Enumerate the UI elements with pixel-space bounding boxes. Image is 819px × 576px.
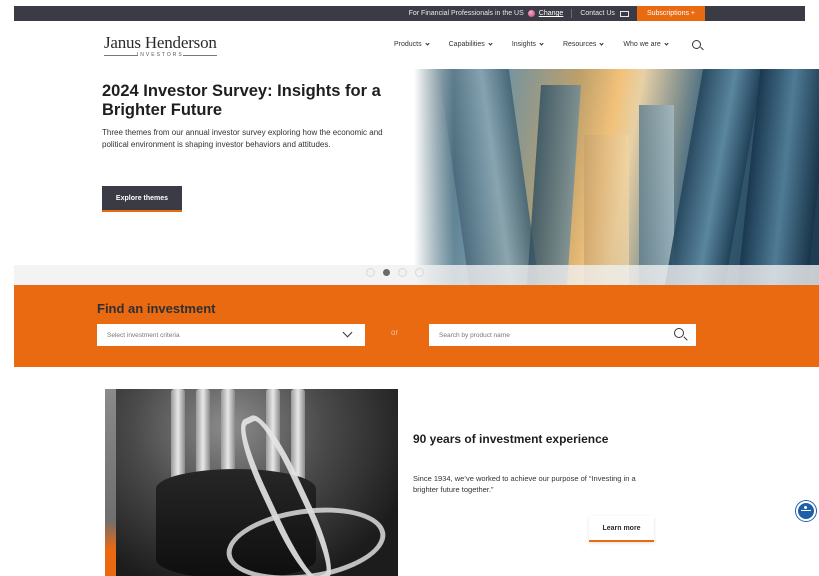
city-skyscrapers-image — [414, 69, 819, 285]
product-search-input[interactable]: Search by product name — [429, 324, 696, 346]
nav-label: Resources — [562, 41, 597, 48]
explore-themes-button[interactable]: Explore themes — [102, 186, 182, 212]
chevron-down-icon — [342, 327, 353, 338]
janus-henderson-logo[interactable]: Janus Henderson INVESTORS — [104, 33, 217, 58]
nav-item-products[interactable]: Products — [394, 41, 430, 48]
accessibility-icon[interactable] — [796, 501, 816, 521]
chevron-down-icon — [539, 41, 544, 46]
carousel-dot-2[interactable] — [383, 269, 390, 276]
find-investment-section: Find an investment Select investment cri… — [14, 285, 819, 367]
find-investment-title: Find an investment — [97, 301, 216, 316]
chevron-down-icon — [425, 41, 430, 46]
nav-item-capabilities[interactable]: Capabilities — [448, 41, 493, 48]
nav-label: Capabilities — [448, 41, 485, 48]
carousel-dot-4[interactable] — [415, 268, 424, 277]
experience-title: 90 years of investment experience — [413, 432, 609, 446]
nav-item-insights[interactable]: Insights — [511, 41, 544, 48]
learn-more-button[interactable]: Learn more — [589, 516, 654, 542]
search-placeholder: Search by product name — [439, 332, 510, 339]
chevron-down-icon — [599, 41, 605, 46]
select-placeholder: Select investment criteria — [107, 332, 180, 339]
professionals-region: For Financial Professionals in the US Ch… — [401, 6, 572, 21]
nav-label: Insights — [511, 41, 536, 48]
carousel-dot-1[interactable] — [366, 268, 375, 277]
professionals-text: For Financial Professionals in the US — [408, 10, 524, 17]
decorative-strip — [105, 389, 116, 576]
contact-us-label: Contact Us — [580, 10, 615, 17]
globe-icon — [527, 10, 535, 17]
nav-item-who-we-are[interactable]: Who we are — [623, 41, 669, 48]
hero-description: Three themes from our annual investor su… — [102, 128, 383, 149]
or-separator: or — [391, 328, 399, 337]
hero-banner: 2024 Investor Survey: Insights for a Bri… — [14, 69, 819, 285]
main-nav: Products Capabilities Insights Resources… — [394, 41, 688, 48]
hero-title: 2024 Investor Survey: Insights for a Bri… — [102, 82, 381, 119]
logo-subtitle: INVESTORS — [104, 52, 217, 58]
utility-bar: For Financial Professionals in the US Ch… — [14, 6, 805, 21]
investment-criteria-select[interactable]: Select investment criteria — [97, 324, 365, 346]
change-region-link[interactable]: Change — [539, 10, 564, 17]
contact-us-link[interactable]: Contact Us — [572, 6, 637, 21]
chevron-down-icon — [664, 41, 669, 46]
nav-label: Products — [394, 41, 422, 48]
search-icon[interactable] — [674, 328, 684, 338]
subscriptions-button[interactable]: Subscriptions + — [636, 6, 705, 21]
measuring-tape-photo — [116, 389, 398, 576]
search-icon[interactable] — [692, 40, 701, 49]
chevron-down-icon — [488, 41, 493, 46]
carousel-dot-3[interactable] — [398, 268, 407, 277]
nav-label: Who we are — [623, 41, 661, 48]
experience-description: Since 1934, we’ve worked to achieve our … — [413, 474, 636, 494]
mail-icon — [619, 10, 629, 17]
site-header: Janus Henderson INVESTORS Products Capab… — [14, 21, 805, 69]
nav-item-resources[interactable]: Resources — [562, 41, 605, 48]
logo-name: Janus Henderson — [104, 33, 217, 52]
